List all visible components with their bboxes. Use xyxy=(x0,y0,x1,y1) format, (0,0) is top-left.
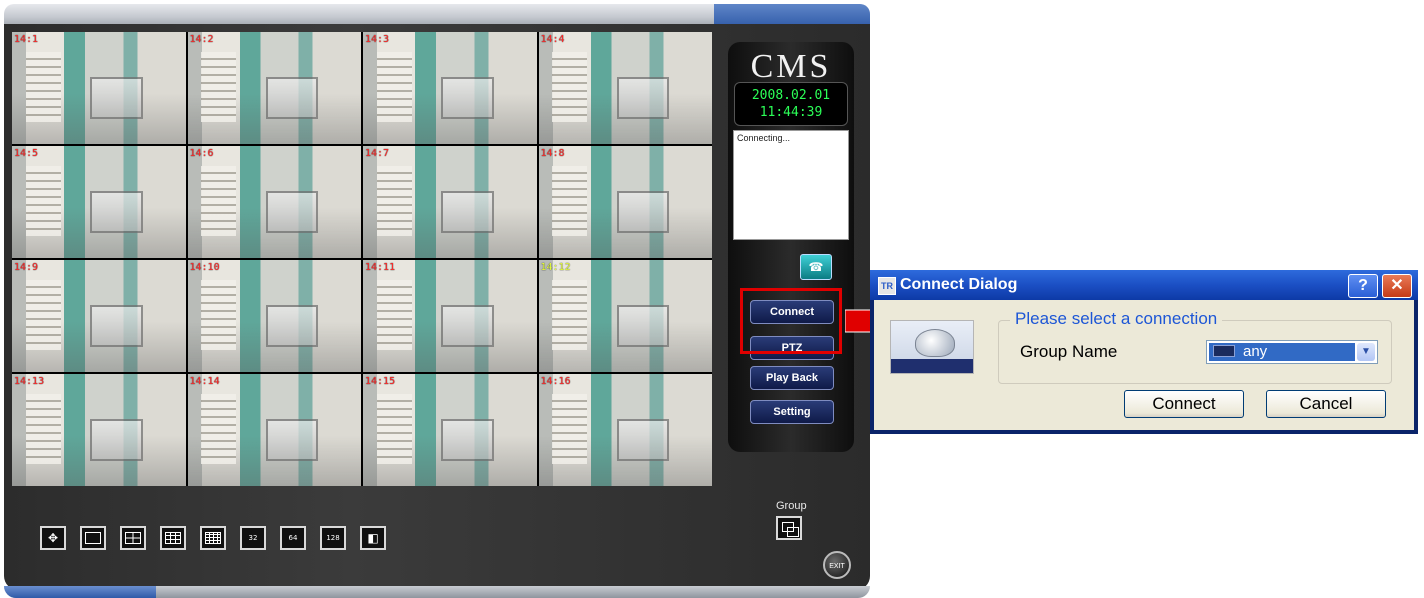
quad-view-icon xyxy=(125,532,141,544)
camera-view[interactable]: 14:8 xyxy=(538,146,712,258)
camera-label: 14:9 xyxy=(14,262,39,273)
pip-layout-button[interactable]: ◧ xyxy=(360,526,386,550)
dialog-connect-button[interactable]: Connect xyxy=(1124,390,1244,418)
monitor-icon xyxy=(1213,345,1235,357)
camera-label: 14:10 xyxy=(189,262,220,273)
close-button[interactable]: ✕ xyxy=(1382,274,1412,298)
status-log: Connecting... xyxy=(733,130,849,240)
camera-label: 14:13 xyxy=(14,376,45,387)
satellite-dish-icon xyxy=(890,320,974,374)
camera-label: 14:16 xyxy=(540,376,571,387)
quad-layout-button[interactable] xyxy=(120,526,146,550)
setting-button[interactable]: Setting xyxy=(750,400,834,424)
group-label: Group xyxy=(776,500,807,512)
playback-button[interactable]: Play Back xyxy=(750,366,834,390)
camera-view[interactable]: 14:9 xyxy=(12,260,186,372)
control-panel: CMS 2008.02.01 11:44:39 Connecting... ☎ … xyxy=(728,42,854,452)
camera-view[interactable]: 14:11 xyxy=(363,260,537,372)
sixteen-layout-button[interactable] xyxy=(200,526,226,550)
camera-view[interactable]: 14:13 xyxy=(12,374,186,486)
camera-label: 14:6 xyxy=(189,148,214,159)
dialog-client: Please select a connection Group Name an… xyxy=(874,300,1414,430)
cms-logo: CMS xyxy=(750,48,832,85)
single-layout-button[interactable] xyxy=(80,526,106,550)
camera-label: 14:3 xyxy=(365,34,390,45)
layout-32-button[interactable]: 32 xyxy=(240,526,266,550)
camera-label: 14:2 xyxy=(189,34,214,45)
camera-label: 14:1 xyxy=(14,34,39,45)
exit-button[interactable]: EXIT xyxy=(823,551,851,579)
connect-dialog: TR Connect Dialog ? ✕ Please select a co… xyxy=(870,270,1418,434)
audio-talk-icon[interactable]: ☎ xyxy=(800,254,832,280)
camera-view[interactable]: 14:4 xyxy=(538,32,712,144)
clock-time: 11:44:39 xyxy=(759,105,823,120)
group-button[interactable] xyxy=(776,516,802,540)
video-grid: 14:1 14:2 14:3 14:4 14:5 14:6 14:7 14:8 … xyxy=(12,32,712,486)
camera-label: 14:12 xyxy=(540,262,571,273)
window-bottom-strip xyxy=(4,586,870,598)
connect-highlight-box xyxy=(740,288,842,354)
camera-view[interactable]: 14:6 xyxy=(187,146,361,258)
layout-toolbar: ✥ 32 64 128 ◧ xyxy=(40,526,386,550)
camera-view[interactable]: 14:16 xyxy=(538,374,712,486)
single-view-icon xyxy=(85,532,101,544)
nine-view-icon xyxy=(165,532,181,544)
camera-view[interactable]: 14:3 xyxy=(363,32,537,144)
app-icon: TR xyxy=(878,277,896,295)
camera-view[interactable]: 14:1 xyxy=(12,32,186,144)
nine-layout-button[interactable] xyxy=(160,526,186,550)
camera-view[interactable]: 14:2 xyxy=(187,32,361,144)
camera-label: 14:11 xyxy=(365,262,396,273)
camera-view[interactable]: 14:15 xyxy=(363,374,537,486)
chevron-down-icon[interactable]: ▼ xyxy=(1357,343,1375,361)
dialog-titlebar: TR Connect Dialog ? ✕ xyxy=(870,270,1418,300)
camera-view[interactable]: 14:7 xyxy=(363,146,537,258)
layout-128-button[interactable]: 128 xyxy=(320,526,346,550)
help-button[interactable]: ? xyxy=(1348,274,1378,298)
sixteen-view-icon xyxy=(205,532,221,544)
camera-label: 14:5 xyxy=(14,148,39,159)
layout-64-label: 64 xyxy=(288,534,298,542)
fullscreen-layout-button[interactable]: ✥ xyxy=(40,526,66,550)
camera-label: 14:14 xyxy=(189,376,220,387)
layout-64-button[interactable]: 64 xyxy=(280,526,306,550)
layout-32-label: 32 xyxy=(248,534,258,542)
camera-view[interactable]: 14:10 xyxy=(187,260,361,372)
group-name-select[interactable]: any ▼ xyxy=(1206,340,1378,364)
cms-window: 14:1 14:2 14:3 14:4 14:5 14:6 14:7 14:8 … xyxy=(0,0,870,598)
clock-date: 2008.02.01 xyxy=(751,88,831,103)
camera-label: 14:15 xyxy=(365,376,396,387)
camera-label: 14:8 xyxy=(540,148,565,159)
group-name-label: Group Name xyxy=(1020,342,1118,361)
dialog-title: Connect Dialog xyxy=(900,276,1018,293)
camera-label: 14:4 xyxy=(540,34,565,45)
layout-128-label: 128 xyxy=(326,534,340,542)
camera-view[interactable]: 14:5 xyxy=(12,146,186,258)
move-arrows-icon: ✥ xyxy=(47,531,59,545)
camera-view[interactable]: 14:12 xyxy=(538,260,712,372)
camera-label: 14:7 xyxy=(365,148,390,159)
camera-view[interactable]: 14:14 xyxy=(187,374,361,486)
clock-display: 2008.02.01 11:44:39 xyxy=(734,82,848,126)
groupbox-legend: Please select a connection xyxy=(1010,309,1223,329)
pip-icon: ◧ xyxy=(367,531,379,545)
dialog-cancel-button[interactable]: Cancel xyxy=(1266,390,1386,418)
